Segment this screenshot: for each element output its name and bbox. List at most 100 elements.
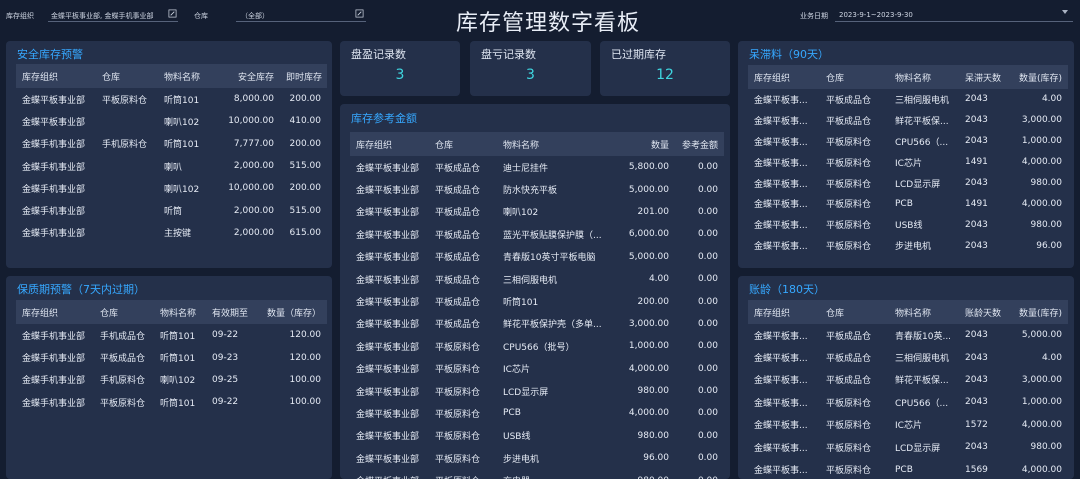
table-row[interactable]: 金蝶手机事业部 喇叭102 10,000.00 200.00: [16, 177, 327, 199]
column-header[interactable]: 物料名称: [154, 300, 206, 324]
org-filter-value[interactable]: 金蝶平板事业部, 金蝶手机事业部: [51, 11, 153, 21]
table-row[interactable]: 金蝶平板事业部 平板原料仓 LCD显示屏 980.00 0.00: [350, 380, 724, 402]
table-row[interactable]: 金蝶手机事业部 手机原料仓 听筒101 7,777.00 200.00: [16, 133, 327, 155]
table-row[interactable]: 金蝶平板事... 平板成品仓 鲜花平板保... 2043 3,000.00: [748, 369, 1068, 391]
table-cell: 09-23: [212, 352, 239, 363]
table-row[interactable]: 金蝶手机事业部 手机成品仓 听筒101 09-22 120.00: [16, 324, 327, 346]
column-header[interactable]: 仓库: [820, 300, 889, 324]
table-row[interactable]: 金蝶平板事业部 平板成品仓 防水快充平板 5,000.00 0.00: [350, 178, 724, 200]
table-cell: 三相伺服电机: [503, 275, 558, 286]
table-cell: 4,000.00: [1021, 464, 1062, 475]
table-row[interactable]: 金蝶手机事业部 喇叭 2,000.00 515.00: [16, 155, 327, 177]
table-row[interactable]: 金蝶手机事业部 平板成品仓 听筒101 09-23 120.00: [16, 346, 327, 368]
table-row[interactable]: 金蝶平板事... 平板原料仓 PCB 1569 4,000.00: [748, 458, 1068, 479]
table-cell: 金蝶平板事...: [754, 95, 808, 106]
table-row[interactable]: 金蝶平板事业部 平板原料仓 听筒101 8,000.00 200.00: [16, 88, 327, 110]
table-cell: 980.00: [637, 430, 670, 441]
column-header[interactable]: 仓库: [820, 65, 889, 89]
table-row[interactable]: 金蝶平板事... 平板原料仓 LCD显示屏 2043 980.00: [748, 436, 1068, 458]
table-row[interactable]: 金蝶手机事业部 主按键 2,000.00 615.00: [16, 222, 327, 244]
column-header[interactable]: 有效期至: [206, 300, 258, 324]
table-cell: 3,000.00: [1021, 115, 1062, 126]
table-row[interactable]: 金蝶平板事业部 平板原料仓 USB线 980.00 0.00: [350, 425, 724, 447]
column-header[interactable]: 物料名称: [158, 64, 220, 88]
shelf-life-title: 保质期预警（7天内过期）: [17, 283, 145, 296]
table-row[interactable]: 金蝶平板事... 平板原料仓 USB线 2043 980.00: [748, 214, 1068, 235]
column-header[interactable]: 物料名称: [889, 65, 959, 89]
table-cell: 201.00: [637, 206, 670, 217]
edit-icon[interactable]: [168, 9, 177, 18]
table-row[interactable]: 金蝶平板事... 平板原料仓 CPU566（... 2043 1,000.00: [748, 391, 1068, 413]
column-header[interactable]: 参考金额: [675, 132, 724, 156]
chevron-down-icon[interactable]: [1062, 10, 1068, 14]
column-header[interactable]: 物料名称: [497, 132, 615, 156]
column-header[interactable]: 库存组织: [350, 132, 429, 156]
table-row[interactable]: 金蝶平板事业部 平板成品仓 迪士尼挂件 5,800.00 0.00: [350, 156, 724, 178]
table-row[interactable]: 金蝶平板事... 平板原料仓 LCD显示屏 2043 980.00: [748, 173, 1068, 194]
table-row[interactable]: 金蝶平板事业部 平板成品仓 蓝光平板贴膜保护膜（... 6,000.00 0.00: [350, 223, 724, 245]
reference-amount-table: 库存组织 仓库 物料名称 数量 参考金额 金蝶平板事业部 平板成品仓 迪士尼挂件 5,800.…: [350, 132, 724, 479]
table-row[interactable]: 金蝶平板事... 平板原料仓 CPU566（... 2043 1,000.00: [748, 131, 1068, 152]
column-header[interactable]: 数量: [615, 132, 675, 156]
table-cell: 2043: [965, 352, 988, 363]
column-header[interactable]: 呆滞天数: [959, 65, 1009, 89]
column-header[interactable]: 仓库: [94, 300, 154, 324]
table-row[interactable]: 金蝶平板事... 平板原料仓 IC芯片 1572 4,000.00: [748, 414, 1068, 436]
table-cell: 平板原料仓: [826, 466, 872, 477]
column-header[interactable]: 安全库存: [220, 64, 280, 88]
table-cell: 金蝶平板事业部: [356, 298, 420, 309]
table-row[interactable]: 金蝶平板事业部平板原料仓充电器980.000.00: [350, 469, 724, 479]
column-header[interactable]: 物料名称: [889, 300, 959, 324]
table-row[interactable]: 金蝶平板事业部 平板原料仓 IC芯片 4,000.00 0.00: [350, 358, 724, 380]
column-header[interactable]: 库存组织: [748, 65, 820, 89]
table-cell: 平板原料仓: [435, 409, 481, 420]
table-cell: CPU566（...: [895, 137, 949, 148]
column-header[interactable]: 仓库: [96, 64, 158, 88]
table-row[interactable]: 金蝶手机事业部 听筒 2,000.00 515.00: [16, 199, 327, 221]
date-filter-value[interactable]: 2023-9-1~2023-9-30: [839, 11, 913, 19]
column-header[interactable]: 数量(库存): [1009, 300, 1068, 324]
table-row[interactable]: 金蝶平板事... 平板成品仓 青春版10英... 2043 5,000.00: [748, 324, 1068, 346]
table-row[interactable]: 金蝶平板事... 平板成品仓 三相伺服电机 2043 4.00: [748, 89, 1068, 110]
table-row[interactable]: 金蝶平板事业部 平板成品仓 喇叭102 201.00 0.00: [350, 201, 724, 223]
table-cell: 平板原料仓: [826, 242, 872, 253]
column-header[interactable]: 库存组织: [748, 300, 820, 324]
table-cell: 喇叭: [164, 162, 183, 173]
table-row[interactable]: 金蝶平板事业部 平板原料仓 CPU566（批号） 1,000.00 0.00: [350, 335, 724, 357]
column-header[interactable]: 数量(库存): [1009, 65, 1068, 89]
table-cell: 金蝶平板事...: [754, 443, 808, 454]
table-cell: 0.00: [697, 430, 718, 441]
table-row[interactable]: 金蝶平板事业部 平板成品仓 三相伺服电机 4.00 0.00: [350, 268, 724, 290]
table-row[interactable]: 金蝶平板事... 平板原料仓 IC芯片 1491 4,000.00: [748, 152, 1068, 173]
table-cell: PCB: [895, 198, 913, 209]
table-cell: 2043: [965, 240, 988, 251]
table-cell: 100.00: [289, 397, 322, 408]
column-header[interactable]: 即时库存: [280, 64, 327, 88]
column-header[interactable]: 仓库: [429, 132, 497, 156]
table-cell: 鲜花平板保护壳（多单...: [503, 320, 602, 331]
edit-icon[interactable]: [355, 9, 364, 18]
table-cell: 步进电机: [503, 454, 540, 465]
table-row[interactable]: 金蝶平板事... 平板成品仓 鲜花平板保... 2043 3,000.00: [748, 110, 1068, 131]
column-header[interactable]: 库存组织: [16, 64, 96, 88]
table-cell: 平板成品仓: [435, 253, 481, 264]
column-header[interactable]: 账龄天数: [959, 300, 1009, 324]
table-row[interactable]: 金蝶平板事... 平板原料仓 PCB 1491 4,000.00: [748, 193, 1068, 214]
table-row[interactable]: 金蝶手机事业部 平板原料仓 听筒101 09-22 100.00: [16, 391, 327, 413]
table-cell: 金蝶平板事业部: [22, 95, 86, 106]
table-row[interactable]: 金蝶平板事... 平板原料仓 步进电机 2043 96.00: [748, 235, 1068, 256]
table-row[interactable]: 金蝶平板事业部 平板原料仓 步进电机 96.00 0.00: [350, 447, 724, 469]
column-header[interactable]: 数量（库存）: [258, 300, 327, 324]
table-row[interactable]: 金蝶平板事业部 平板成品仓 鲜花平板保护壳（多单... 3,000.00 0.00: [350, 313, 724, 335]
table-row[interactable]: 金蝶平板事业部 喇叭102 10,000.00 410.00: [16, 110, 327, 132]
table-cell: PCB: [503, 408, 521, 419]
warehouse-filter-value[interactable]: （全部）: [241, 11, 269, 21]
table-header-row: 库存组织 仓库 物料名称 账龄天数 数量(库存): [748, 300, 1068, 324]
table-cell: 0.00: [697, 341, 718, 352]
table-row[interactable]: 金蝶手机事业部 手机原料仓 喇叭102 09-25 100.00: [16, 369, 327, 391]
table-row[interactable]: 金蝶平板事业部 平板原料仓 PCB 4,000.00 0.00: [350, 402, 724, 424]
table-row[interactable]: 金蝶平板事... 平板成品仓 三相伺服电机 2043 4.00: [748, 346, 1068, 368]
column-header[interactable]: 库存组织: [16, 300, 94, 324]
table-row[interactable]: 金蝶平板事业部 平板成品仓 青春版10英寸平板电脑 5,000.00 0.00: [350, 246, 724, 268]
table-row[interactable]: 金蝶平板事业部 平板成品仓 听筒101 200.00 0.00: [350, 290, 724, 312]
